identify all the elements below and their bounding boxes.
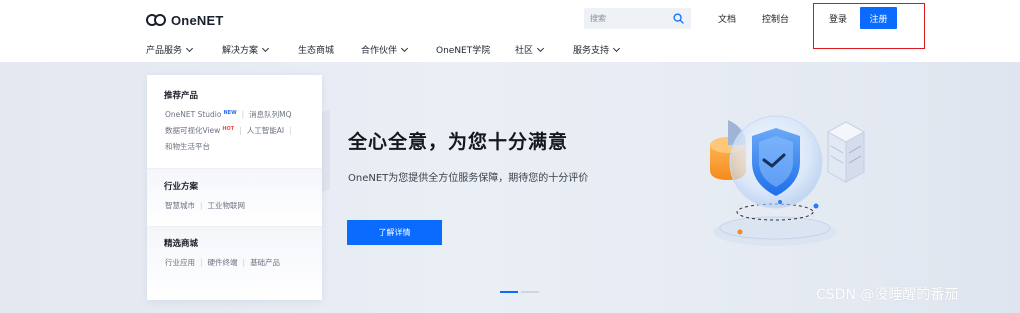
menu-link-view[interactable]: 数据可视化View [165, 125, 220, 136]
csdn-watermark: CSDN @没睡醒的番茄 [816, 287, 959, 303]
security-shield-illustration [710, 115, 866, 246]
carousel-indicators [500, 291, 539, 293]
carousel-dot-active[interactable] [500, 291, 518, 293]
product-menu-card: 推荐产品 OneNET Studio NEW | 消息队列MQ 数据可视化Vie… [147, 75, 322, 300]
chevron-down-icon [612, 44, 621, 52]
menu-link-hardware[interactable]: 硬件终端 [208, 257, 238, 268]
nav-item-label: 社区 [515, 46, 534, 56]
top-header: OneNET 文档 控制台 登录 注册 产品服务 解决方案 生态商城 合作伙伴 … [0, 0, 1020, 62]
menu-row: 数据可视化View HOT | 人工智能AI | [165, 125, 297, 136]
hero-subtitle: OneNET为您提供全方位服务保障，期待您的十分评价 [348, 173, 589, 184]
separator: | [289, 126, 292, 135]
section-title: 精选商城 [164, 239, 199, 249]
menu-row: 和物生活平台 [165, 141, 210, 152]
chevron-down-icon [185, 44, 194, 52]
nav-item-label: 生态商城 [298, 46, 335, 56]
onenet-logo[interactable]: OneNET [146, 11, 223, 29]
hero-title: 全心全意，为您十分满意 [348, 131, 569, 153]
section-title: 行业方案 [164, 182, 199, 192]
register-button[interactable]: 注册 [860, 7, 897, 29]
menu-link-ai[interactable]: 人工智能AI [247, 125, 284, 136]
logo-text: OneNET [171, 12, 224, 28]
nav-item-mall[interactable]: 生态商城 [298, 43, 334, 56]
hot-badge: HOT [222, 125, 235, 132]
chevron-down-icon [400, 44, 409, 52]
menu-row: OneNET Studio NEW | 消息队列MQ [165, 109, 292, 120]
separator: | [200, 258, 203, 267]
search-input[interactable] [590, 14, 668, 23]
login-link[interactable]: 登录 [829, 12, 847, 25]
nav-item-label: 合作伙伴 [361, 46, 398, 56]
nav-item-products[interactable]: 产品服务 [146, 43, 194, 56]
chevron-down-icon [536, 44, 545, 52]
learn-more-button[interactable]: 了解详情 [347, 220, 442, 245]
nav-item-solutions[interactable]: 解决方案 [222, 43, 270, 56]
console-link[interactable]: 控制台 [762, 12, 789, 25]
main-nav: 产品服务 解决方案 生态商城 合作伙伴 OneNET学院 社区 服务支持 [0, 40, 1020, 60]
new-badge: NEW [223, 109, 237, 116]
chevron-down-icon [261, 44, 270, 52]
menu-link-onenet-studio[interactable]: OneNET Studio [165, 110, 221, 119]
menu-link-smart-city[interactable]: 智慧城市 [165, 200, 195, 211]
nav-item-label: 服务支持 [573, 46, 610, 56]
menu-link-industry-apps[interactable]: 行业应用 [165, 257, 195, 268]
mall-section: 精选商城 行业应用 | 硬件终端 | 基础产品 [147, 227, 322, 300]
logo-mark-icon [146, 13, 168, 27]
nav-item-label: 产品服务 [146, 46, 183, 56]
nav-item-label: OneNET学院 [436, 46, 491, 56]
separator: | [239, 126, 242, 135]
separator: | [241, 110, 245, 119]
carousel-dot[interactable] [521, 291, 539, 293]
nav-item-support[interactable]: 服务支持 [573, 43, 621, 56]
docs-link[interactable]: 文档 [718, 12, 736, 25]
search-icon[interactable] [673, 13, 684, 24]
search-box[interactable] [584, 8, 691, 29]
nav-item-community[interactable]: 社区 [515, 43, 545, 56]
separator: | [200, 201, 203, 210]
nav-item-partners[interactable]: 合作伙伴 [361, 43, 409, 56]
menu-link-life-platform[interactable]: 和物生活平台 [165, 141, 210, 152]
separator: | [242, 258, 246, 267]
menu-row: 智慧城市 | 工业物联网 [165, 200, 245, 211]
recommended-section: 推荐产品 OneNET Studio NEW | 消息队列MQ 数据可视化Vie… [147, 75, 322, 168]
section-title: 推荐产品 [164, 91, 199, 101]
menu-link-mq[interactable]: 消息队列MQ [249, 109, 291, 120]
nav-item-academy[interactable]: OneNET学院 [436, 43, 490, 56]
industry-section: 行业方案 智慧城市 | 工业物联网 [147, 169, 322, 226]
menu-link-iiot[interactable]: 工业物联网 [208, 200, 246, 211]
menu-link-basic-products[interactable]: 基础产品 [250, 257, 280, 268]
nav-item-label: 解决方案 [222, 46, 259, 56]
menu-row: 行业应用 | 硬件终端 | 基础产品 [165, 257, 280, 268]
